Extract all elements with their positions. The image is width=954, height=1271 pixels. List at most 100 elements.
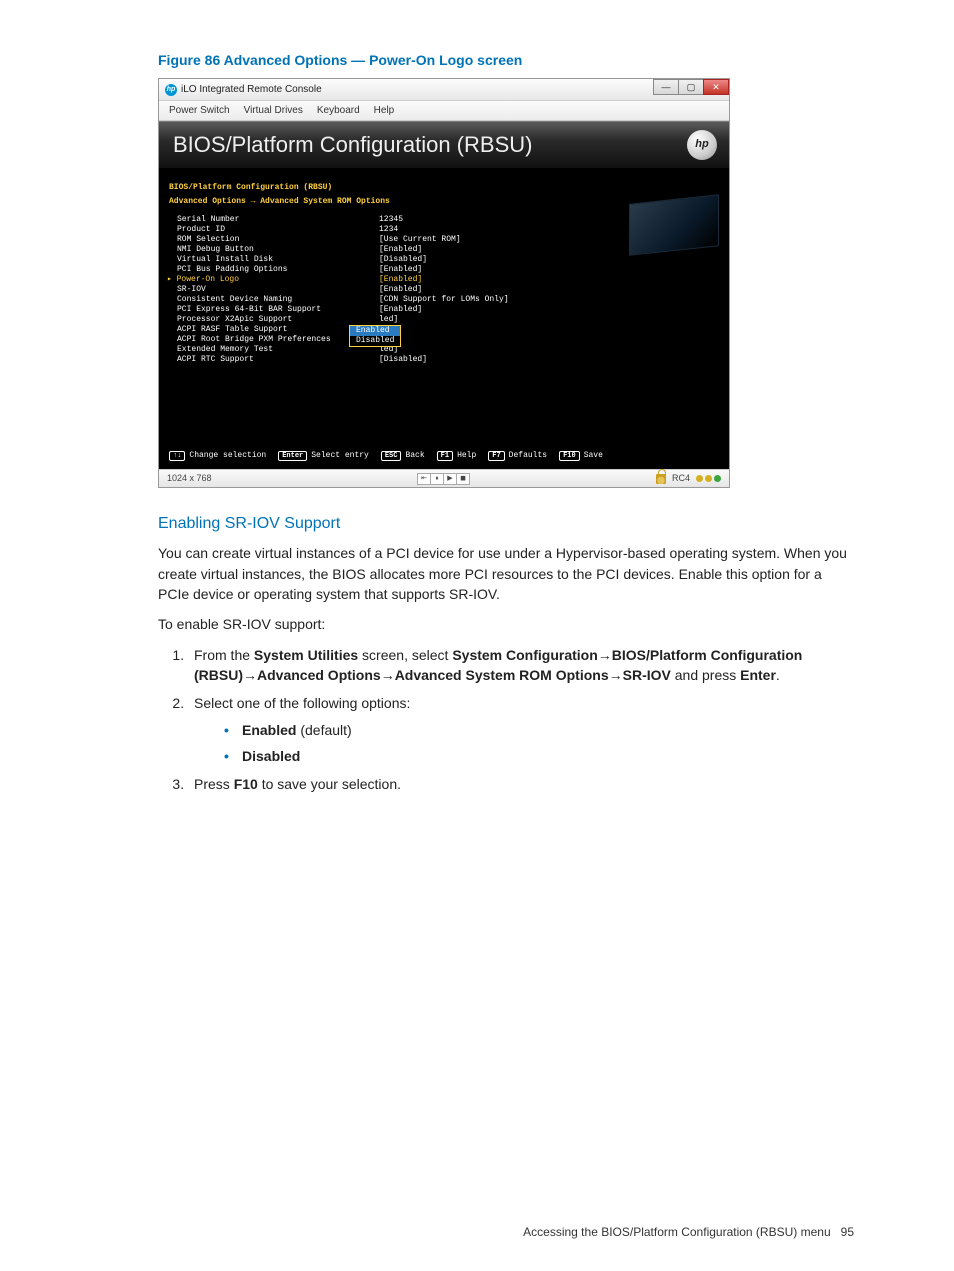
menubar: Power Switch Virtual Drives Keyboard Hel… — [159, 101, 729, 121]
bios-row-label: Serial Number — [169, 215, 379, 225]
t: Advanced Options — [257, 667, 381, 683]
bios-row[interactable]: Virtual Install Disk[Disabled] — [169, 255, 719, 265]
option-disabled: Disabled — [224, 746, 854, 766]
bios-row-value: [Enabled] — [379, 265, 422, 275]
bios-row[interactable]: ACPI RASF Table Support ed] — [169, 325, 719, 335]
t: From the — [194, 647, 254, 663]
key-hint-label: Save — [584, 451, 603, 461]
paragraph-intro: You can create virtual instances of a PC… — [158, 543, 854, 604]
hp-mini-icon: hp — [165, 84, 177, 96]
bios-row-value: [Enabled] — [379, 285, 422, 295]
bios-row[interactable]: PCI Bus Padding Options[Enabled] — [169, 265, 719, 275]
t: System Utilities — [254, 647, 358, 663]
bios-row-label: ACPI Root Bridge PXM Preferences — [169, 335, 379, 345]
status-dot-3 — [714, 475, 721, 482]
page-number: 95 — [841, 1225, 854, 1239]
footer-text: Accessing the BIOS/Platform Configuratio… — [523, 1225, 830, 1239]
bios-row-label: Processor X2Apic Support — [169, 315, 379, 325]
t: screen, select — [358, 647, 452, 663]
bios-row-value: led] — [379, 315, 398, 325]
bios-row-value: [Enabled] — [379, 245, 422, 255]
t: Disabled — [242, 748, 300, 764]
bios-row[interactable]: Processor X2Apic Support led] — [169, 315, 719, 325]
titlebar: hp iLO Integrated Remote Console — ▢ ✕ — [159, 79, 729, 101]
step-2: Select one of the following options: Ena… — [188, 693, 854, 766]
status-center-buttons: ⇤ ⏸ ▶ ◼ — [418, 473, 470, 485]
popup-option-enabled[interactable]: Enabled — [350, 326, 400, 336]
bios-row-value: [CDN Support for LOMs Only] — [379, 295, 509, 305]
bios-subheading: BIOS/Platform Configuration (RBSU) — [169, 183, 719, 193]
status-rc: RC4 — [672, 472, 690, 485]
server-image — [629, 195, 719, 256]
bios-row-value: [Use Current ROM] — [379, 235, 461, 245]
close-button[interactable]: ✕ — [703, 79, 729, 95]
bios-row[interactable]: ACPI RTC Support[Disabled] — [169, 355, 719, 365]
t: . — [776, 667, 780, 683]
menu-keyboard[interactable]: Keyboard — [317, 104, 360, 119]
bios-row[interactable]: Consistent Device Naming[CDN Support for… — [169, 295, 719, 305]
option-enabled: Enabled (default) — [224, 720, 854, 740]
key-hint: F1 — [437, 451, 453, 462]
bios-row[interactable]: ACPI Root Bridge PXM Preferences ed] — [169, 335, 719, 345]
screenshot-window: hp iLO Integrated Remote Console — ▢ ✕ P… — [158, 78, 730, 488]
key-hint: ESC — [381, 451, 402, 462]
status-dot-2 — [705, 475, 712, 482]
status-btn-stop[interactable]: ◼ — [456, 473, 470, 485]
lock-icon — [656, 474, 666, 484]
menu-help[interactable]: Help — [374, 104, 395, 119]
key-hint-label: Defaults — [509, 451, 547, 461]
bios-popup[interactable]: Enabled Disabled — [349, 325, 401, 347]
minimize-button[interactable]: — — [653, 79, 679, 95]
bios-row-label: Consistent Device Naming — [169, 295, 379, 305]
hp-logo-icon: hp — [687, 130, 717, 160]
arrow-icon: → — [598, 647, 612, 663]
step-1: From the System Utilities screen, select… — [188, 645, 854, 686]
menu-power-switch[interactable]: Power Switch — [169, 104, 230, 119]
page-footer: Accessing the BIOS/Platform Configuratio… — [523, 1224, 854, 1241]
t: Press — [194, 776, 234, 792]
key-hint-label: Select entry — [311, 451, 369, 461]
t: (default) — [296, 722, 351, 738]
bios-key-hints: ↑↓Change selectionEnterSelect entryESCBa… — [169, 451, 611, 462]
bios-body: BIOS/Platform Configuration (RBSU) Advan… — [159, 169, 729, 469]
bios-title: BIOS/Platform Configuration (RBSU) — [173, 129, 532, 161]
t: SR-IOV — [623, 667, 671, 683]
status-btn-1[interactable]: ⇤ — [417, 473, 431, 485]
t: Enabled — [242, 722, 296, 738]
bios-header: BIOS/Platform Configuration (RBSU) hp — [159, 121, 729, 169]
bios-row-value: 12345 — [379, 215, 403, 225]
t: F10 — [234, 776, 258, 792]
menu-virtual-drives[interactable]: Virtual Drives — [244, 104, 303, 119]
bios-row-label: PCI Express 64-Bit BAR Support — [169, 305, 379, 315]
bios-row-label: Product ID — [169, 225, 379, 235]
status-dot-1 — [696, 475, 703, 482]
bios-row[interactable]: PCI Express 64-Bit BAR Support[Enabled] — [169, 305, 719, 315]
bios-row-value: [Disabled] — [379, 355, 427, 365]
popup-option-disabled[interactable]: Disabled — [350, 336, 400, 346]
key-hint-label: Back — [405, 451, 424, 461]
bios-row-label: Virtual Install Disk — [169, 255, 379, 265]
steps-list: From the System Utilities screen, select… — [158, 645, 854, 795]
bios-row[interactable]: SR-IOV[Enabled] — [169, 285, 719, 295]
key-hint-label: Help — [457, 451, 476, 461]
bios-row-label: ACPI RASF Table Support — [169, 325, 379, 335]
status-btn-pause[interactable]: ⏸ — [430, 473, 444, 485]
figure-caption: Figure 86 Advanced Options — Power-On Lo… — [158, 50, 854, 70]
t: and press — [671, 667, 740, 683]
bios-row-label: SR-IOV — [169, 285, 379, 295]
bios-row-label: ROM Selection — [169, 235, 379, 245]
maximize-button[interactable]: ▢ — [678, 79, 704, 95]
t: Enter — [740, 667, 776, 683]
status-btn-play[interactable]: ▶ — [443, 473, 457, 485]
bios-row-label: PCI Bus Padding Options — [169, 265, 379, 275]
t: Advanced System ROM Options — [395, 667, 609, 683]
status-resolution: 1024 x 768 — [167, 472, 212, 485]
bios-row[interactable]: Extended Memory Test led] — [169, 345, 719, 355]
bios-row-value: [Enabled] — [379, 275, 422, 285]
key-hint: F7 — [488, 451, 504, 462]
key-hint: ↑↓ — [169, 451, 185, 462]
bios-row[interactable]: Power-On Logo[Enabled] — [169, 275, 719, 285]
options-list: Enabled (default) Disabled — [194, 720, 854, 767]
arrow-icon: → — [381, 667, 395, 683]
bios-row-label: NMI Debug Button — [169, 245, 379, 255]
